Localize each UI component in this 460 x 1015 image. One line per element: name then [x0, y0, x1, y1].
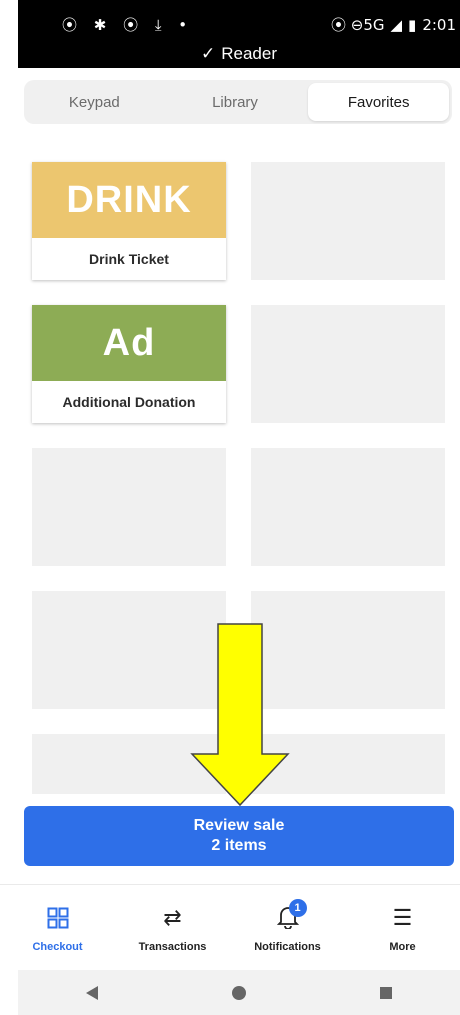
nav-label: Transactions: [138, 941, 207, 953]
favorite-tile-additional-donation[interactable]: Ad Additional Donation: [32, 305, 226, 423]
back-icon[interactable]: [82, 983, 102, 1003]
bell-icon: 1: [276, 899, 307, 931]
check-icon: ✓: [200, 44, 216, 63]
empty-tile[interactable]: [251, 448, 445, 566]
battery-icon: ▮: [408, 15, 417, 34]
empty-tile[interactable]: [251, 162, 445, 280]
nav-label: Notifications: [254, 941, 321, 953]
tile-label: Drink Ticket: [89, 251, 169, 267]
notification-badge: 1: [288, 899, 307, 917]
swap-arrows-icon: ⇄: [163, 905, 182, 930]
tab-bar: Keypad Library Favorites: [24, 80, 452, 124]
nav-more[interactable]: ☰ More: [345, 885, 460, 965]
down-arrow-annotation: [190, 623, 290, 807]
tile-label: Additional Donation: [62, 394, 196, 410]
nav-label: More: [389, 941, 416, 953]
hamburger-menu-icon: ☰: [392, 905, 413, 930]
nav-checkout[interactable]: Checkout: [0, 885, 115, 965]
system-navigation-bar: [18, 970, 460, 1015]
status-icons-right: ⦿ ⊖5G ◢ ▮ 2:01: [331, 14, 456, 35]
nav-label: Checkout: [32, 941, 83, 953]
signal-icon: ◢: [390, 15, 403, 34]
status-icons-left: ⦿ ✱ ⦿ ⤓ •: [62, 16, 194, 34]
empty-tile[interactable]: [251, 305, 445, 423]
review-sale-button[interactable]: Review sale 2 items: [24, 806, 454, 866]
reader-label: Reader: [221, 44, 277, 63]
reader-indicator[interactable]: ✓ Reader: [18, 44, 460, 64]
tab-library[interactable]: Library: [165, 80, 306, 124]
recents-icon[interactable]: [376, 983, 396, 1003]
status-bar: ⦿ ✱ ⦿ ⤓ • ⦿ ⊖5G ◢ ▮ 2:01 ✓ Reader: [18, 0, 460, 68]
nav-transactions[interactable]: ⇄ Transactions: [115, 885, 230, 965]
tab-keypad[interactable]: Keypad: [24, 80, 165, 124]
tile-abbrev: DRINK: [32, 162, 226, 238]
tile-abbrev: Ad: [32, 305, 226, 381]
nav-notifications[interactable]: 1 Notifications: [230, 885, 345, 965]
favorite-tile-drink-ticket[interactable]: DRINK Drink Ticket: [32, 162, 226, 280]
review-sale-label: Review sale: [193, 817, 285, 834]
location-icon: ⦿ ⊖5G: [330, 16, 385, 34]
empty-tile[interactable]: [32, 448, 226, 566]
tab-favorites[interactable]: Favorites: [308, 83, 450, 121]
review-sale-count: 2 items: [211, 837, 267, 854]
status-time: 2:01: [422, 15, 456, 34]
grid-icon: [47, 907, 68, 929]
bottom-navigation: Checkout ⇄ Transactions 1 Notifications …: [0, 884, 460, 965]
home-icon[interactable]: [229, 983, 249, 1003]
